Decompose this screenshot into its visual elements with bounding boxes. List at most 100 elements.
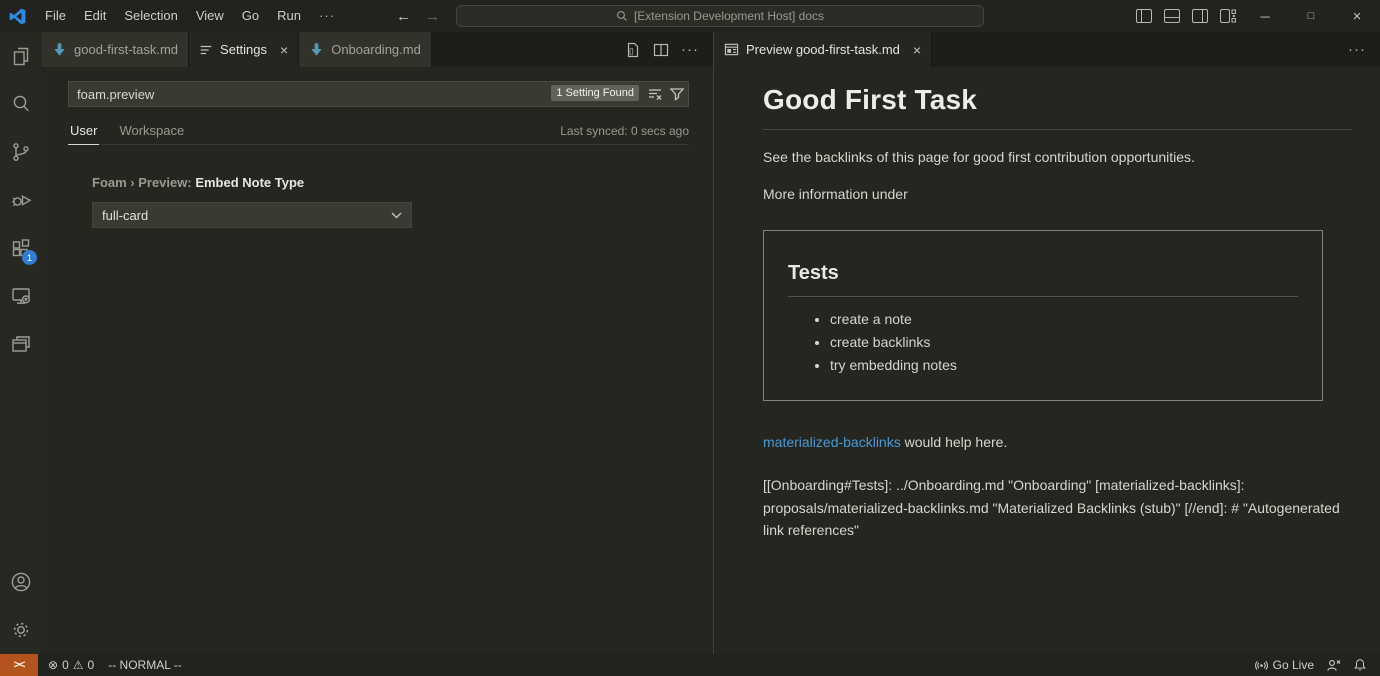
remote-indicator[interactable]: ><: [0, 654, 38, 676]
source-control-icon[interactable]: [0, 128, 42, 176]
svg-text:{}: {}: [629, 48, 634, 55]
more-actions-icon[interactable]: ···: [681, 41, 699, 58]
markdown-file-icon: [309, 42, 324, 57]
embed-note-type-select[interactable]: full-card: [92, 202, 412, 228]
error-count: 0: [62, 658, 69, 672]
menu-selection[interactable]: Selection: [115, 0, 186, 32]
preview-title: Good First Task: [763, 84, 1352, 130]
setting-label: Foam › Preview: Embed Note Type: [92, 175, 689, 190]
feedback-person-icon[interactable]: [1326, 658, 1341, 672]
split-editor-icon[interactable]: [653, 42, 669, 58]
settings-result-count: 1 Setting Found: [551, 85, 639, 101]
open-settings-json-icon[interactable]: {}: [624, 42, 641, 58]
preview-paragraph: More information under: [763, 184, 1352, 204]
scope-tab-workspace[interactable]: Workspace: [117, 123, 186, 144]
activity-bar: 1: [0, 32, 42, 654]
toggle-secondary-sidebar-icon[interactable]: [1186, 0, 1214, 32]
tab-label: Onboarding.md: [331, 42, 421, 57]
more-actions-icon[interactable]: ···: [1348, 41, 1366, 58]
clear-search-results-icon[interactable]: [647, 86, 663, 102]
minimize-button[interactable]: ─: [1242, 0, 1288, 32]
status-bar: >< ⊗ 0 ⚠ 0 -- NORMAL -- Go Live: [0, 654, 1380, 676]
forward-arrow-icon[interactable]: →: [425, 8, 440, 25]
notifications-bell-icon[interactable]: [1353, 658, 1367, 672]
tab-label: Preview good-first-task.md: [746, 42, 900, 57]
title-bar: File Edit Selection View Go Run ··· ← → …: [0, 0, 1380, 32]
markdown-preview-icon: [724, 42, 739, 57]
error-icon: ⊗: [48, 658, 58, 672]
filter-settings-icon[interactable]: [669, 86, 685, 102]
link-references-text: [[Onboarding#Tests]: ../Onboarding.md "O…: [763, 474, 1352, 542]
embedded-note-list: create a note create backlinks try embed…: [788, 312, 1298, 374]
tab-preview-good-first-task[interactable]: Preview good-first-task.md ×: [714, 32, 932, 67]
setting-item-embed-note-type: Foam › Preview: Embed Note Type full-car…: [92, 175, 689, 228]
run-debug-icon[interactable]: [0, 176, 42, 224]
tabbar-right: Preview good-first-task.md × ···: [714, 32, 1380, 67]
search-icon: [616, 10, 628, 22]
explorer-icon[interactable]: [0, 32, 42, 80]
last-synced-label: Last synced: 0 secs ago: [560, 124, 689, 144]
scope-tab-user[interactable]: User: [68, 123, 99, 145]
tab-label: Settings: [220, 42, 267, 57]
back-arrow-icon[interactable]: ←: [396, 8, 411, 25]
settings-list-icon: [199, 43, 213, 57]
menu-run[interactable]: Run: [268, 0, 310, 32]
close-tab-icon[interactable]: ×: [913, 42, 921, 58]
settings-search-row: 1 Setting Found: [68, 81, 689, 107]
select-value: full-card: [102, 208, 148, 223]
menu-overflow[interactable]: ···: [310, 0, 344, 32]
tab-label: good-first-task.md: [74, 42, 178, 57]
tab-good-first-task[interactable]: good-first-task.md: [42, 32, 189, 67]
broadcast-icon: [1255, 659, 1268, 672]
embedded-note-title: Tests: [788, 262, 1298, 297]
vscode-logo-icon: [9, 8, 26, 25]
history-nav: ← →: [396, 0, 440, 32]
tab-settings[interactable]: Settings ×: [189, 32, 299, 67]
command-center-text: [Extension Development Host] docs: [634, 9, 824, 23]
command-center[interactable]: [Extension Development Host] docs: [456, 5, 984, 27]
menu-file[interactable]: File: [36, 0, 75, 32]
editor-actions-right: ···: [1348, 32, 1380, 67]
maximize-button[interactable]: □: [1288, 0, 1334, 32]
list-item: create a note: [830, 312, 1298, 327]
embedded-note-card: Tests create a note create backlinks try…: [763, 230, 1323, 401]
warning-count: 0: [88, 658, 95, 672]
customize-layout-icon[interactable]: [1214, 0, 1242, 32]
chevron-down-icon: [391, 212, 402, 219]
go-live-button[interactable]: Go Live: [1255, 658, 1314, 672]
settings-editor: 1 Setting Found User Workspace Last sync…: [42, 67, 713, 654]
problems-status[interactable]: ⊗ 0 ⚠ 0: [48, 658, 94, 672]
menu-view[interactable]: View: [187, 0, 233, 32]
close-tab-icon[interactable]: ×: [280, 42, 288, 58]
materialized-backlinks-link[interactable]: materialized-backlinks: [763, 434, 901, 450]
window-controls: ─ □ ×: [1130, 0, 1380, 32]
markdown-file-icon: [52, 42, 67, 57]
markdown-preview-pane: Good First Task See the backlinks of thi…: [714, 67, 1380, 654]
link-suffix-text: would help here.: [901, 434, 1008, 450]
list-item: create backlinks: [830, 335, 1298, 350]
extensions-badge: 1: [22, 250, 37, 265]
list-item: try embedding notes: [830, 358, 1298, 373]
setting-label-name: Embed Note Type: [195, 175, 304, 190]
remote-explorer-icon[interactable]: [0, 272, 42, 320]
setting-label-prefix: Foam › Preview:: [92, 175, 195, 190]
tab-onboarding[interactable]: Onboarding.md: [299, 32, 432, 67]
tabbar-left: good-first-task.md Settings × Onboarding…: [42, 32, 713, 67]
extensions-icon[interactable]: 1: [0, 224, 42, 272]
editor-actions-left: {} ···: [624, 32, 713, 67]
vim-mode-indicator: -- NORMAL --: [108, 658, 182, 672]
settings-gear-icon[interactable]: [0, 606, 42, 654]
editor-group-right: Preview good-first-task.md × ··· Good Fi…: [714, 32, 1380, 654]
editor-group-left: good-first-task.md Settings × Onboarding…: [42, 32, 714, 654]
menu-bar: File Edit Selection View Go Run ···: [36, 0, 344, 32]
go-live-label: Go Live: [1273, 658, 1314, 672]
accounts-icon[interactable]: [0, 558, 42, 606]
toggle-panel-icon[interactable]: [1158, 0, 1186, 32]
menu-edit[interactable]: Edit: [75, 0, 115, 32]
menu-go[interactable]: Go: [233, 0, 268, 32]
windows-stack-icon[interactable]: [0, 320, 42, 368]
settings-scope-tabs: User Workspace Last synced: 0 secs ago: [68, 123, 689, 145]
toggle-sidebar-icon[interactable]: [1130, 0, 1158, 32]
close-window-button[interactable]: ×: [1334, 0, 1380, 32]
search-sidebar-icon[interactable]: [0, 80, 42, 128]
